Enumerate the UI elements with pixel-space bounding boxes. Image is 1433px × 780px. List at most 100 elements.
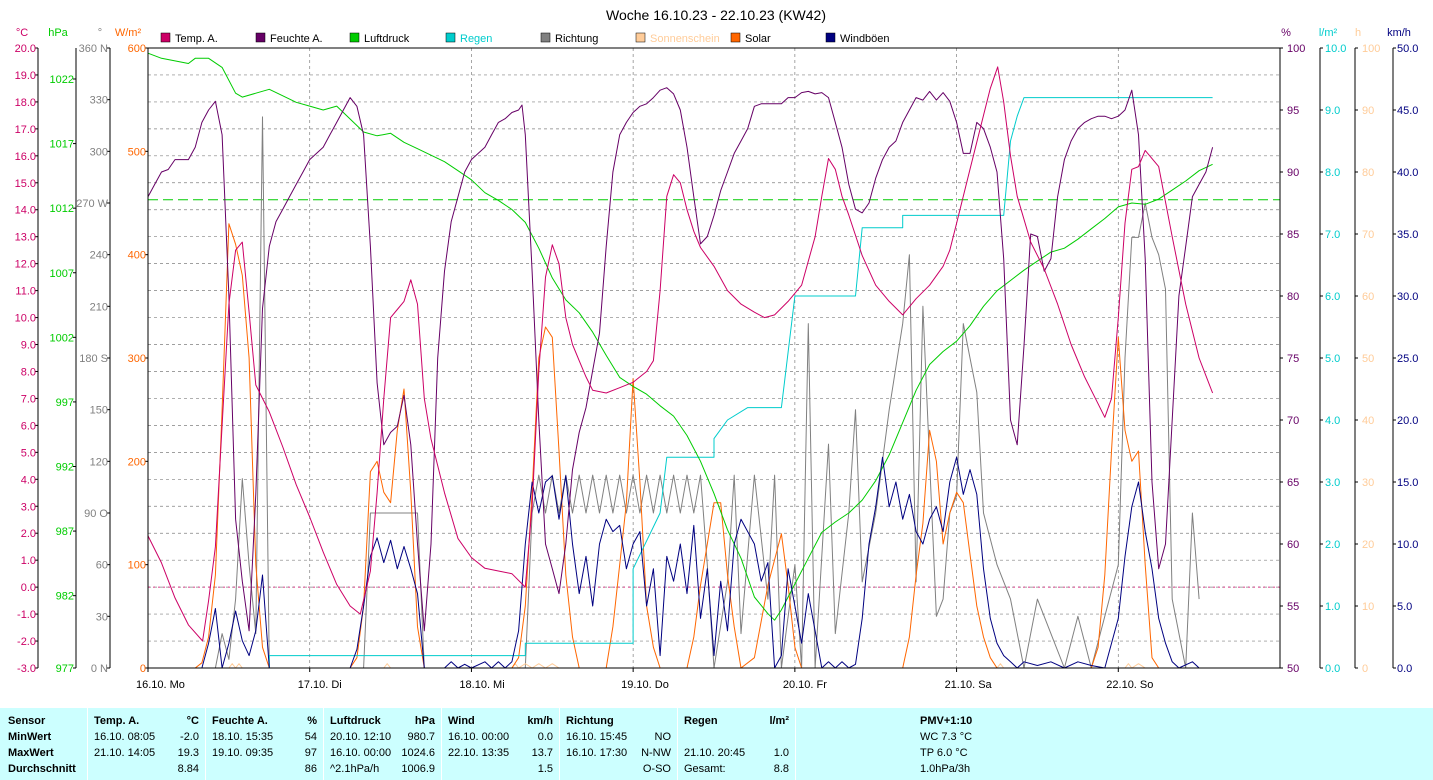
direction-tick-label: 210 [90,301,108,313]
sunshine-tick-label: 20 [1362,539,1374,551]
pressure-tick-label: 997 [56,397,74,409]
temp-tick-label: 5.0 [21,447,36,459]
sunshine-tick-label: 10 [1362,601,1374,613]
day-label: 19.10. Do [621,679,669,691]
legend-label: Regen [460,33,492,45]
pressure-unit: hPa [414,715,435,727]
sunshine-tick-label: 40 [1362,415,1374,427]
temp-axis-unit: °C [16,27,28,39]
sunshine-tick-label: 60 [1362,291,1374,303]
temp-tick-label: 0.0 [21,582,36,594]
temp-tick-label: 2.0 [21,528,36,540]
direction-tick-label: 240 [90,250,108,262]
humidity-tick-label: 60 [1287,539,1299,551]
legend-swatch [635,32,646,43]
weather-chart: Woche 16.10.23 - 22.10.23 (KW42) Temp. A… [0,0,1433,708]
pmv-column: PMV+1:10 WC 7.3 °C TP 6.0 °C 1.0hPa/3h [796,708,1433,780]
temp-tick-label: 11.0 [15,286,36,298]
direction-min-value: NO [654,731,672,743]
summary-labels-column: Sensor MinWert MaxWert Durchschnitt [0,708,87,780]
legend-swatch [255,32,266,43]
temp-tick-label: 8.0 [21,366,36,378]
sunshine-tick-label: 50 [1362,353,1374,365]
direction-tick-label: 60 [96,560,108,572]
pressure-axis-unit: hPa [48,27,68,39]
direction-max-time: 16.10. 17:30 [566,747,628,759]
temp-tick-label: -2.0 [17,636,36,648]
humidity-title: Feuchte A. [212,715,268,727]
humidity-tick-label: 80 [1287,291,1299,303]
solar-tick-label: 200 [128,456,146,468]
pmv-title: PMV+1:10 [920,715,973,727]
legend-swatch [349,32,360,43]
direction-tick-label: 30 [96,611,108,623]
direction-avg-value: O-SO [642,763,671,775]
day-label: 18.10. Mi [459,679,504,691]
wind-max-time: 22.10. 13:35 [448,747,510,759]
humidity-tick-label: 90 [1287,167,1299,179]
rain-unit: l/m² [769,715,789,727]
direction-tick-label: 300 [90,146,108,158]
temp-tick-label: 12.0 [15,259,36,271]
rain-tick-label: 9.0 [1325,105,1340,117]
dewpoint-value: TP 6.0 °C [920,747,968,759]
direction-column: Richtung 16.10. 15:45 NO 16.10. 17:30 N-… [560,708,677,780]
pressure-title: Luftdruck [330,715,381,727]
legend-label: Windböen [840,33,890,45]
summary-table: Sensor MinWert MaxWert Durchschnitt Temp… [0,708,1433,780]
day-label: 20.10. Fr [783,679,827,691]
humidity-column: Feuchte A. % 18.10. 15:35 54 19.10. 09:3… [206,708,323,780]
rain-tick-label: 10.0 [1325,43,1346,55]
wind-unit: km/h [527,715,553,727]
solar-tick-label: 500 [128,146,146,158]
wind-tick-label: 40.0 [1397,167,1418,179]
solar-tick-label: 100 [128,560,146,572]
pressure-min-time: 20.10. 12:10 [330,731,392,743]
pressure-tick-label: 987 [56,526,74,538]
rain-max-time: 21.10. 20:45 [684,747,746,759]
rain-tick-label: 5.0 [1325,353,1340,365]
sunshine-tick-label: 0 [1362,663,1368,675]
temp-unit: °C [186,715,199,727]
wind-tick-label: 15.0 [1397,477,1418,489]
wind-tick-label: 30.0 [1397,291,1418,303]
legend-swatch [825,32,836,43]
wind-title: Wind [448,715,475,727]
rain-tick-label: 2.0 [1325,539,1340,551]
temp-tick-label: 19.0 [15,70,36,82]
solar-tick-label: 0 [140,663,146,675]
humidity-tick-label: 85 [1287,229,1299,241]
direction-tick-label: 270 W [76,198,108,210]
humidity-tick-label: 65 [1287,477,1299,489]
humidity-tick-label: 95 [1287,105,1299,117]
wind-avg-value: 1.5 [537,763,553,775]
legend-swatch [445,32,456,43]
legend-swatch [730,32,741,43]
rain-tick-label: 3.0 [1325,477,1340,489]
temp-min-value: -2.0 [180,731,199,743]
humidity-tick-label: 75 [1287,353,1299,365]
temp-tick-label: 14.0 [15,205,36,217]
rain-axis-unit: l/m² [1319,27,1338,39]
pressure-tick-label: 1012 [50,203,74,215]
pressure-avg-value: 1006.9 [401,763,435,775]
humidity-axis-unit: % [1281,27,1291,39]
humidity-min-value: 54 [304,731,317,743]
minwert-label: MinWert [8,731,52,743]
temp-avg-value: 8.84 [177,763,199,775]
temp-tick-label: 1.0 [21,555,36,567]
humidity-unit: % [307,715,317,727]
legend-swatch [160,32,171,43]
temp-title: Temp. A. [94,715,140,727]
temp-min-time: 16.10. 08:05 [94,731,156,743]
pressure-tick-label: 1017 [50,139,74,151]
temp-column: Temp. A. °C 16.10. 08:05 -2.0 21.10. 14:… [88,708,205,780]
day-label: 21.10. Sa [945,679,993,691]
windchill-value: WC 7.3 °C [920,731,973,743]
legend-label: Sonnenschein [650,33,720,45]
pressure-trend: ^2.1hPa/h [330,763,380,775]
wind-tick-label: 35.0 [1397,229,1418,241]
temp-tick-label: -1.0 [17,609,36,621]
direction-tick-label: 330 [90,95,108,107]
pressure-3h-trend: 1.0hPa/3h [920,763,971,775]
